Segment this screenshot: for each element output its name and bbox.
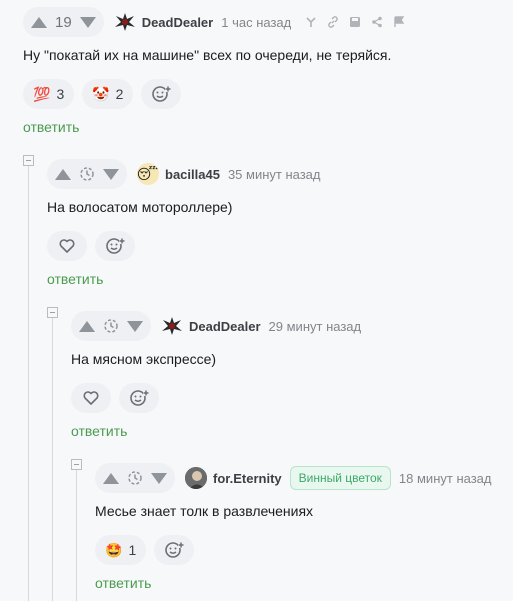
upvote-icon[interactable]	[55, 168, 71, 180]
like-button[interactable]	[71, 383, 111, 413]
thread-line-3	[76, 470, 77, 601]
timestamp[interactable]: 35 минут назад	[228, 167, 321, 182]
downvote-icon[interactable]	[79, 16, 96, 28]
reaction-button[interactable]: 🤡 2	[82, 79, 134, 109]
score: 19	[55, 13, 72, 31]
avatar[interactable]: 😴	[137, 163, 159, 185]
like-button[interactable]	[47, 231, 87, 261]
username[interactable]: bacilla45	[165, 167, 220, 182]
avatar[interactable]	[114, 11, 136, 33]
username[interactable]: DeadDealer	[142, 15, 214, 30]
timestamp[interactable]: 18 минут назад	[399, 471, 492, 486]
collapse-toggle[interactable]	[71, 459, 82, 470]
user-badge[interactable]: Винный цветок	[289, 466, 391, 490]
add-reaction-button[interactable]	[119, 383, 159, 413]
branch-icon[interactable]	[305, 16, 317, 28]
avatar[interactable]	[161, 315, 183, 337]
add-reaction-button[interactable]	[95, 231, 135, 261]
reaction-count: 2	[115, 86, 124, 102]
add-reaction-button[interactable]	[154, 535, 195, 565]
reactions	[47, 231, 135, 261]
reaction-button[interactable]: 🤩 1	[95, 535, 147, 565]
clock-icon	[103, 318, 119, 334]
comment-text: На мясном экспрессе)	[71, 351, 217, 367]
downvote-icon[interactable]	[151, 472, 167, 484]
vote-box	[95, 463, 175, 493]
comment-text: Ну "покатай их на машине" всех по очеред…	[23, 47, 392, 63]
smile-plus-icon	[106, 238, 125, 254]
heart-icon	[59, 239, 75, 253]
thread-line-1	[28, 166, 29, 601]
comment-text: Месье знает толк в развлечениях	[95, 503, 314, 519]
reaction-count: 1	[128, 542, 137, 558]
reactions: 💯 3 🤡 2	[23, 79, 182, 109]
reaction-emoji: 🤡	[92, 85, 110, 102]
vote-box	[71, 311, 151, 341]
reaction-emoji: 💯	[33, 85, 51, 102]
clock-icon	[79, 166, 95, 182]
heart-icon	[83, 391, 99, 405]
reactions: 🤩 1	[95, 535, 195, 565]
smile-plus-icon	[165, 542, 185, 558]
vote-box	[47, 159, 127, 189]
clock-icon	[127, 470, 143, 486]
comment-text: На волосатом мотороллере)	[47, 199, 233, 215]
collapse-toggle[interactable]	[47, 307, 58, 318]
username[interactable]: for.Eternity	[213, 471, 282, 486]
collapse-toggle[interactable]	[23, 155, 34, 166]
reaction-button[interactable]: 💯 3	[23, 79, 75, 109]
vote-box: 19	[23, 7, 104, 37]
upvote-icon[interactable]	[79, 320, 95, 332]
reaction-emoji: 🤩	[105, 541, 123, 558]
reply-link[interactable]: ответить	[23, 119, 79, 135]
comment-tools	[305, 16, 405, 28]
timestamp[interactable]: 1 час назад	[221, 15, 291, 30]
reply-link[interactable]: ответить	[71, 423, 127, 439]
downvote-icon[interactable]	[103, 168, 119, 180]
timestamp[interactable]: 29 минут назад	[269, 319, 362, 334]
username[interactable]: DeadDealer	[189, 319, 261, 334]
thread-line-2	[52, 318, 53, 601]
share-icon[interactable]	[371, 16, 383, 28]
downvote-icon[interactable]	[127, 320, 143, 332]
add-reaction-button[interactable]	[141, 79, 182, 109]
save-icon[interactable]	[349, 16, 361, 28]
avatar[interactable]	[185, 467, 207, 489]
smile-plus-icon	[130, 390, 149, 406]
upvote-icon[interactable]	[103, 472, 119, 484]
reply-link[interactable]: ответить	[47, 271, 103, 287]
upvote-icon[interactable]	[31, 16, 47, 28]
smile-plus-icon	[152, 86, 172, 102]
reaction-count: 3	[56, 86, 65, 102]
flag-icon[interactable]	[393, 16, 405, 28]
link-icon[interactable]	[327, 16, 339, 28]
reply-link[interactable]: ответить	[95, 575, 151, 591]
reactions	[71, 383, 159, 413]
